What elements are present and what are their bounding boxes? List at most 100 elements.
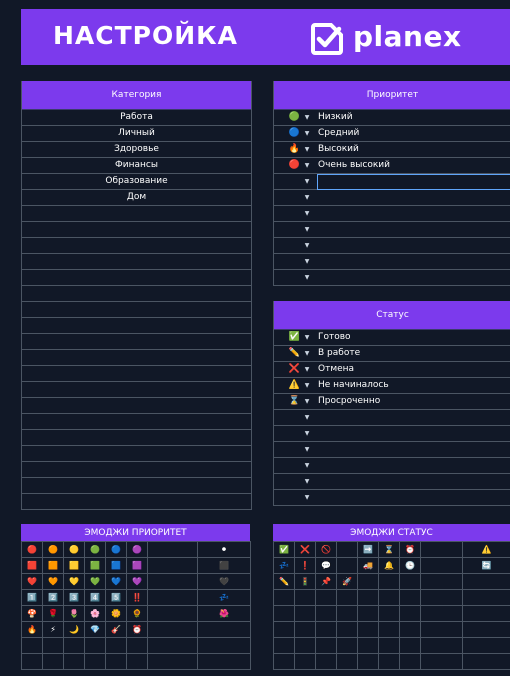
emoji_priority-emoji-cell[interactable]: 🧡 bbox=[42, 573, 64, 590]
emoji_priority-emoji-cell[interactable]: 🟢 bbox=[84, 541, 106, 558]
chevron-down-icon[interactable]: ▼ bbox=[300, 410, 314, 425]
emoji_status-emoji-cell[interactable] bbox=[357, 637, 379, 654]
category-row[interactable] bbox=[22, 254, 251, 270]
category-row[interactable] bbox=[22, 398, 251, 414]
category-row[interactable] bbox=[22, 286, 251, 302]
category-row[interactable]: Финансы bbox=[22, 158, 251, 174]
emoji_priority-emoji-cell[interactable] bbox=[126, 653, 148, 670]
chevron-down-icon[interactable]: ▼ bbox=[300, 110, 314, 125]
emoji_status-emoji-cell[interactable] bbox=[294, 589, 316, 606]
status-row[interactable]: ⚠️ ▼ Не начиналось bbox=[274, 378, 510, 394]
emoji_priority-emoji-cell[interactable]: 🟦 bbox=[105, 557, 127, 574]
emoji_status-emoji-cell[interactable] bbox=[294, 621, 316, 638]
emoji_priority-emoji-cell[interactable]: 💚 bbox=[84, 573, 106, 590]
emoji_status-emoji-cell[interactable] bbox=[273, 637, 295, 654]
emoji_status-emoji-cell[interactable] bbox=[420, 605, 463, 622]
category-row[interactable] bbox=[22, 302, 251, 318]
emoji_status-emoji-cell[interactable]: ⏰ bbox=[399, 541, 421, 558]
emoji_priority-emoji-cell[interactable]: ⚡ bbox=[42, 621, 64, 638]
emoji_status-emoji-cell[interactable] bbox=[315, 589, 337, 606]
emoji_priority-emoji-cell[interactable]: ⬛ bbox=[197, 557, 251, 574]
emoji_status-emoji-cell[interactable]: 🕒 bbox=[399, 557, 421, 574]
status-row[interactable]: ✏️ ▼ В работе bbox=[274, 346, 510, 362]
emoji_status-emoji-cell[interactable] bbox=[378, 637, 400, 654]
emoji_priority-emoji-cell[interactable]: 🟧 bbox=[42, 557, 64, 574]
emoji_status-emoji-cell[interactable] bbox=[462, 605, 510, 622]
emoji_priority-emoji-cell[interactable] bbox=[147, 637, 198, 654]
emoji_status-emoji-cell[interactable] bbox=[399, 653, 421, 670]
emoji_status-emoji-cell[interactable]: 💤 bbox=[273, 557, 295, 574]
emoji_priority-emoji-cell[interactable]: 🌼 bbox=[105, 605, 127, 622]
priority-row[interactable]: 🔴 ▼ Очень высокий bbox=[274, 158, 510, 174]
emoji_priority-emoji-cell[interactable]: 🌹 bbox=[42, 605, 64, 622]
priority-row[interactable]: ▼ bbox=[274, 254, 510, 270]
emoji_status-emoji-cell[interactable] bbox=[273, 621, 295, 638]
chevron-down-icon[interactable]: ▼ bbox=[300, 238, 314, 253]
priority-row[interactable]: ▼ bbox=[274, 190, 510, 206]
category-row[interactable] bbox=[22, 206, 251, 222]
emoji_priority-emoji-cell[interactable] bbox=[147, 557, 198, 574]
priority-row[interactable]: 🔥 ▼ Высокий bbox=[274, 142, 510, 158]
emoji_status-emoji-cell[interactable] bbox=[336, 621, 358, 638]
emoji_priority-emoji-cell[interactable]: 🟡 bbox=[63, 541, 85, 558]
emoji_status-emoji-cell[interactable] bbox=[420, 621, 463, 638]
status-row[interactable]: ▼ bbox=[274, 410, 510, 426]
chevron-down-icon[interactable]: ▼ bbox=[300, 378, 314, 393]
emoji_status-emoji-cell[interactable] bbox=[399, 637, 421, 654]
emoji_status-emoji-cell[interactable] bbox=[357, 621, 379, 638]
emoji_priority-emoji-cell[interactable] bbox=[84, 653, 106, 670]
status-row[interactable]: ⌛ ▼ Просроченно bbox=[274, 394, 510, 410]
chevron-down-icon[interactable]: ▼ bbox=[300, 190, 314, 205]
emoji_priority-emoji-cell[interactable]: 1️⃣ bbox=[21, 589, 43, 606]
emoji_status-emoji-cell[interactable] bbox=[357, 573, 379, 590]
emoji_priority-emoji-cell[interactable]: 🔥 bbox=[21, 621, 43, 638]
status-row[interactable]: ▼ bbox=[274, 474, 510, 490]
emoji_priority-emoji-cell[interactable] bbox=[21, 637, 43, 654]
emoji_status-emoji-cell[interactable] bbox=[462, 637, 510, 654]
category-row[interactable] bbox=[22, 350, 251, 366]
category-row[interactable] bbox=[22, 238, 251, 254]
chevron-down-icon[interactable]: ▼ bbox=[300, 126, 314, 141]
emoji_status-emoji-cell[interactable] bbox=[357, 605, 379, 622]
category-row[interactable] bbox=[22, 270, 251, 286]
emoji_priority-emoji-cell[interactable]: 💙 bbox=[105, 573, 127, 590]
emoji_status-emoji-cell[interactable] bbox=[315, 653, 337, 670]
emoji_priority-emoji-cell[interactable] bbox=[63, 653, 85, 670]
priority-row[interactable]: ▼ bbox=[274, 270, 510, 286]
emoji_priority-emoji-cell[interactable]: ❤️ bbox=[21, 573, 43, 590]
priority-row[interactable]: ▼ bbox=[274, 222, 510, 238]
status-row[interactable]: ▼ bbox=[274, 490, 510, 506]
emoji_status-emoji-cell[interactable]: 💬 bbox=[315, 557, 337, 574]
emoji_priority-emoji-cell[interactable] bbox=[197, 653, 251, 670]
chevron-down-icon[interactable]: ▼ bbox=[300, 458, 314, 473]
emoji_priority-emoji-cell[interactable]: ⚫ bbox=[197, 541, 251, 558]
emoji_status-emoji-cell[interactable]: 🚫 bbox=[315, 541, 337, 558]
emoji_priority-emoji-cell[interactable] bbox=[147, 653, 198, 670]
status-row[interactable]: ▼ bbox=[274, 426, 510, 442]
emoji_status-emoji-cell[interactable] bbox=[462, 589, 510, 606]
emoji_status-emoji-cell[interactable] bbox=[420, 557, 463, 574]
category-row[interactable] bbox=[22, 366, 251, 382]
emoji_priority-emoji-cell[interactable]: 3️⃣ bbox=[63, 589, 85, 606]
emoji_status-emoji-cell[interactable] bbox=[399, 605, 421, 622]
emoji_priority-emoji-cell[interactable]: 🌻 bbox=[126, 605, 148, 622]
emoji_priority-emoji-cell[interactable]: 🟣 bbox=[126, 541, 148, 558]
emoji_status-emoji-cell[interactable]: 📌 bbox=[315, 573, 337, 590]
category-row[interactable] bbox=[22, 222, 251, 238]
emoji_priority-emoji-cell[interactable]: 🖤 bbox=[197, 573, 251, 590]
emoji_status-emoji-cell[interactable]: 🔔 bbox=[378, 557, 400, 574]
emoji_status-emoji-cell[interactable] bbox=[294, 637, 316, 654]
chevron-down-icon[interactable]: ▼ bbox=[300, 206, 314, 221]
emoji_status-emoji-cell[interactable]: ✏️ bbox=[273, 573, 295, 590]
emoji_status-emoji-cell[interactable] bbox=[399, 589, 421, 606]
emoji_status-emoji-cell[interactable]: ❗ bbox=[294, 557, 316, 574]
emoji_status-emoji-cell[interactable]: ✅ bbox=[273, 541, 295, 558]
emoji_priority-emoji-cell[interactable]: 🟠 bbox=[42, 541, 64, 558]
emoji_priority-emoji-cell[interactable]: 2️⃣ bbox=[42, 589, 64, 606]
chevron-down-icon[interactable]: ▼ bbox=[300, 346, 314, 361]
emoji_status-emoji-cell[interactable] bbox=[420, 541, 463, 558]
category-row[interactable]: Личный bbox=[22, 126, 251, 142]
emoji_status-emoji-cell[interactable] bbox=[315, 621, 337, 638]
emoji_status-emoji-cell[interactable] bbox=[273, 653, 295, 670]
priority-row[interactable]: ▼ bbox=[274, 238, 510, 254]
